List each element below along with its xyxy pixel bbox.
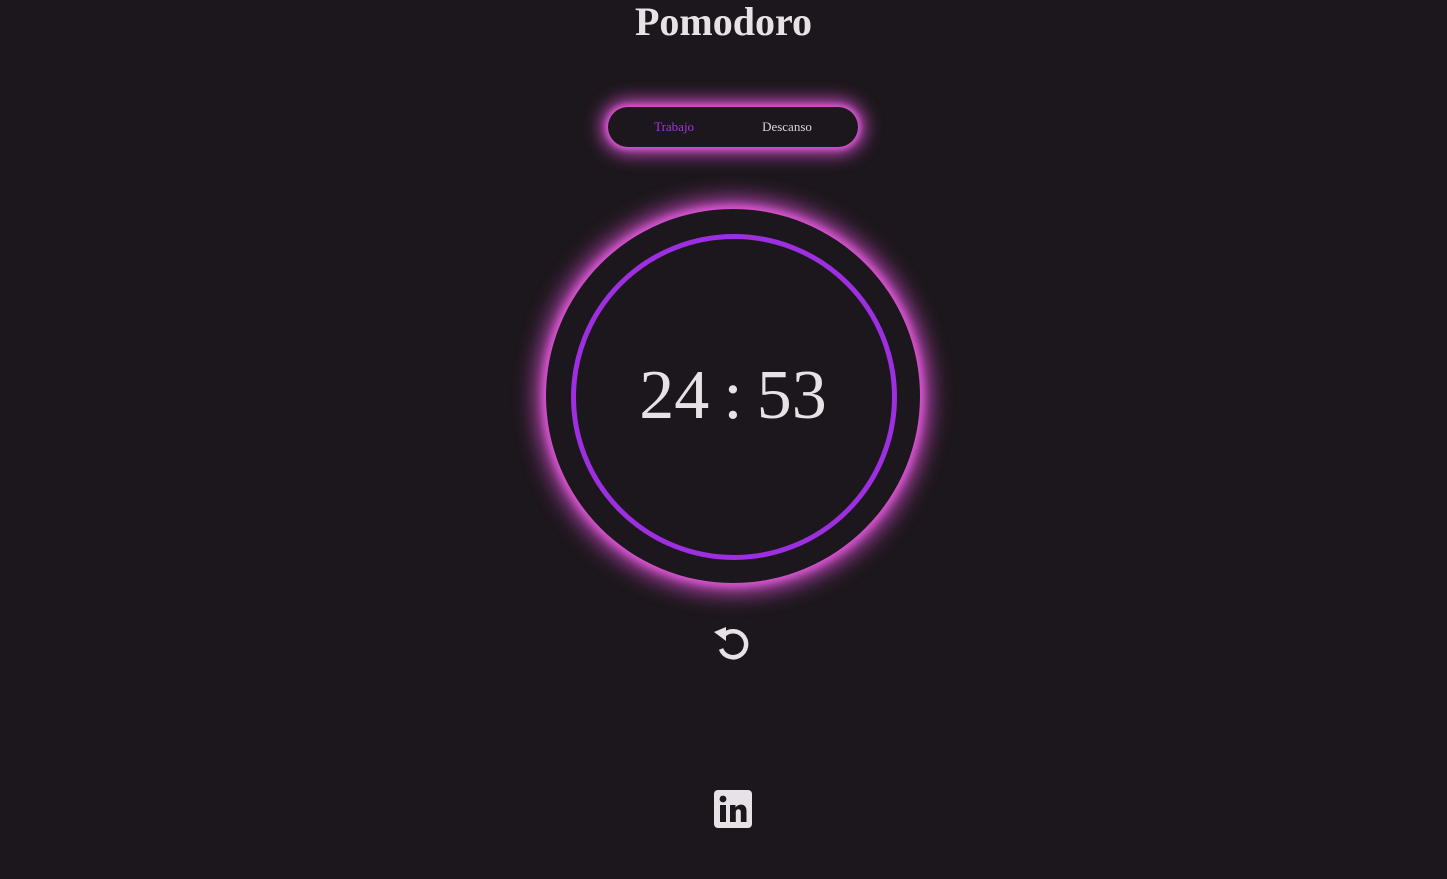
mode-switch: Trabajo Descanso [608,107,858,147]
reset-icon [714,627,749,660]
linkedin-icon [714,790,752,828]
timer-separator: : [723,357,743,434]
linkedin-link[interactable] [714,790,752,828]
tab-descanso[interactable]: Descanso [762,119,812,135]
timer-minutes: 24 [639,357,710,434]
reset-button[interactable] [710,619,756,665]
timer-display: 24:53 [546,355,920,437]
page-title: Pomodoro [634,0,813,44]
pomodoro-app: Pomodoro Trabajo Descanso 24:53 [0,0,1447,879]
tab-trabajo[interactable]: Trabajo [654,119,694,135]
timer-seconds: 53 [756,357,827,434]
